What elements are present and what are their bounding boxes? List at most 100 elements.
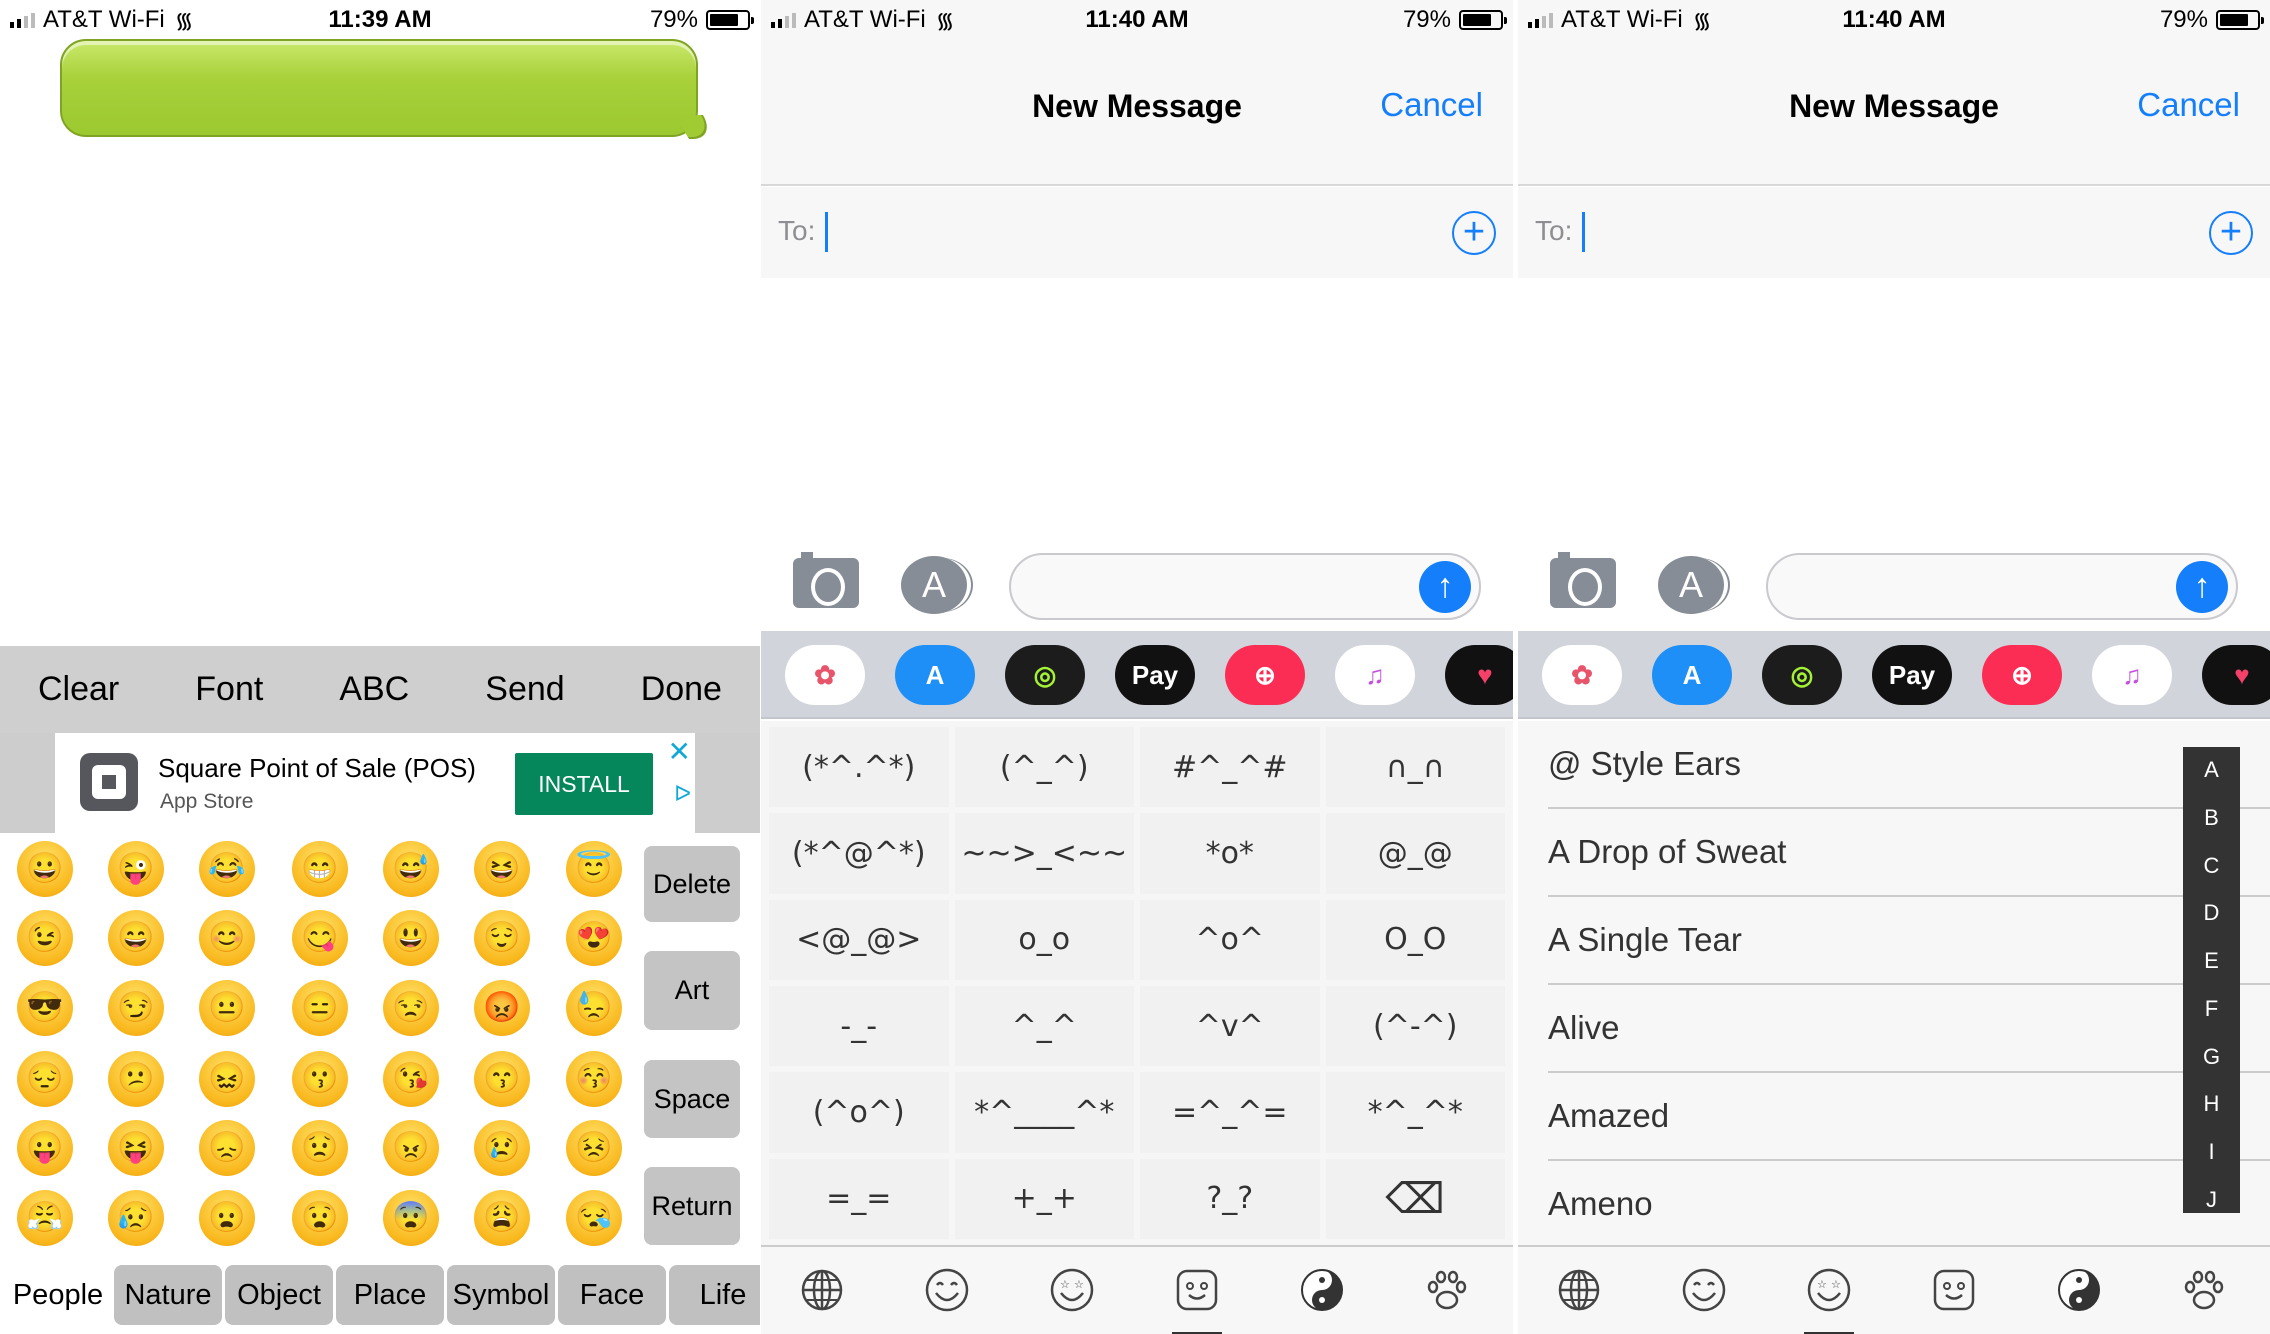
toolbar-font-button[interactable]: Font xyxy=(195,670,263,709)
smile-icon[interactable] xyxy=(1681,1267,1727,1313)
activity-app-icon[interactable]: ◎ xyxy=(1005,645,1085,705)
emoji-key[interactable]: 😩 xyxy=(474,1190,530,1246)
emoji-key[interactable]: 😖 xyxy=(199,1051,255,1107)
message-input[interactable]: ↑ xyxy=(1766,553,2238,620)
apple-pay-app-icon[interactable]: Pay xyxy=(1872,645,1952,705)
camera-icon[interactable] xyxy=(1550,552,1616,608)
alphabet-index[interactable]: ABCDEFGHIJ xyxy=(2183,747,2240,1213)
emoji-key[interactable]: 😏 xyxy=(108,980,164,1036)
index-letter[interactable]: I xyxy=(2208,1139,2214,1165)
kaomoji-key[interactable]: <@_@> xyxy=(769,899,949,980)
kaomoji-key[interactable]: @_@ xyxy=(1325,813,1505,894)
emoji-key[interactable]: 😤 xyxy=(17,1190,73,1246)
index-letter[interactable]: G xyxy=(2203,1044,2220,1070)
activity-app-icon[interactable]: ◎ xyxy=(1762,645,1842,705)
to-field[interactable]: To: + xyxy=(761,187,1513,278)
kaomoji-key[interactable]: (*^.^*) xyxy=(769,727,949,808)
emoji-key[interactable]: 😊 xyxy=(199,910,255,966)
index-letter[interactable]: A xyxy=(2204,757,2219,783)
emoji-key[interactable]: 😗 xyxy=(292,1051,348,1107)
emoji-key[interactable]: 😥 xyxy=(108,1190,164,1246)
emoji-key[interactable]: 😛 xyxy=(17,1120,73,1176)
emoji-key[interactable]: 😉 xyxy=(17,910,73,966)
space-button[interactable]: Space xyxy=(644,1060,740,1138)
app-store-app-icon[interactable]: A xyxy=(895,645,975,705)
art-button[interactable]: Art xyxy=(644,951,740,1030)
emoji-key[interactable]: 😆 xyxy=(474,841,530,897)
music-app-icon[interactable]: ♫ xyxy=(2092,645,2172,705)
emoji-key[interactable]: 😣 xyxy=(566,1120,622,1176)
index-letter[interactable]: C xyxy=(2204,853,2220,879)
close-ad-icon[interactable]: ✕ xyxy=(668,735,691,768)
app-store-app-icon[interactable]: A xyxy=(1652,645,1732,705)
kaomoji-key[interactable]: *^____^* xyxy=(954,1072,1134,1153)
emoji-key[interactable]: 😓 xyxy=(566,980,622,1036)
heart-stickers-app-icon[interactable]: ♥ xyxy=(1445,645,1513,705)
toolbar-send-button[interactable]: Send xyxy=(485,670,564,709)
message-input[interactable]: ↑ xyxy=(1009,553,1481,620)
emoji-key[interactable]: 😋 xyxy=(292,910,348,966)
emoji-key[interactable]: 😕 xyxy=(108,1051,164,1107)
index-letter[interactable]: D xyxy=(2204,900,2220,926)
globe-icon[interactable] xyxy=(799,1267,845,1313)
cancel-button[interactable]: Cancel xyxy=(2137,86,2240,124)
emoji-key[interactable]: 😌 xyxy=(474,910,530,966)
emoji-key[interactable]: 😠 xyxy=(383,1120,439,1176)
kaomoji-key[interactable]: o_o xyxy=(954,899,1134,980)
image-search-app-icon[interactable]: ⊕ xyxy=(1225,645,1305,705)
toolbar-done-button[interactable]: Done xyxy=(641,670,722,709)
add-contact-icon[interactable]: + xyxy=(1452,211,1496,255)
emoji-key[interactable]: 😅 xyxy=(383,841,439,897)
emoji-key[interactable]: 😜 xyxy=(108,841,164,897)
emoji-key[interactable]: 😝 xyxy=(108,1120,164,1176)
square-face-icon[interactable] xyxy=(1931,1267,1977,1313)
add-contact-icon[interactable]: + xyxy=(2209,211,2253,255)
photos-app-icon[interactable]: ✿ xyxy=(785,645,865,705)
index-letter[interactable]: J xyxy=(2206,1187,2217,1213)
to-field[interactable]: To: + xyxy=(1518,187,2270,278)
kaomoji-key[interactable]: #^_^# xyxy=(1140,727,1320,808)
kaomoji-key[interactable]: (^_^) xyxy=(954,727,1134,808)
kaomoji-key[interactable]: ^v^ xyxy=(1140,986,1320,1067)
emoji-key[interactable]: 😡 xyxy=(474,980,530,1036)
delete-button[interactable]: Delete xyxy=(644,846,740,922)
send-icon[interactable]: ↑ xyxy=(1419,561,1471,613)
emoji-key[interactable]: 😁 xyxy=(292,841,348,897)
cancel-button[interactable]: Cancel xyxy=(1380,86,1483,124)
list-item[interactable]: @ Style Ears xyxy=(1548,721,2270,809)
paw-icon[interactable] xyxy=(1424,1267,1470,1313)
emoji-key[interactable]: 😞 xyxy=(199,1120,255,1176)
install-button[interactable]: INSTALL xyxy=(515,753,653,815)
emoji-key[interactable]: 😪 xyxy=(566,1190,622,1246)
kaomoji-key[interactable]: +_+ xyxy=(954,1158,1134,1239)
photos-app-icon[interactable]: ✿ xyxy=(1542,645,1622,705)
emoji-key[interactable]: 😨 xyxy=(383,1190,439,1246)
star-eyes-face-icon[interactable]: ☆ ☆ xyxy=(1049,1267,1095,1313)
index-letter[interactable]: E xyxy=(2204,948,2219,974)
kaomoji-key[interactable]: ^_^ xyxy=(954,986,1134,1067)
index-letter[interactable]: B xyxy=(2204,805,2219,831)
heart-stickers-app-icon[interactable]: ♥ xyxy=(2202,645,2270,705)
index-letter[interactable]: F xyxy=(2205,996,2218,1022)
emoji-key[interactable]: 😇 xyxy=(566,841,622,897)
music-app-icon[interactable]: ♫ xyxy=(1335,645,1415,705)
category-tab-object[interactable]: Object xyxy=(225,1265,333,1325)
camera-icon[interactable] xyxy=(793,552,859,608)
category-tab-symbol[interactable]: Symbol xyxy=(447,1265,555,1325)
emoji-key[interactable]: 😃 xyxy=(383,910,439,966)
kaomoji-key[interactable]: =_= xyxy=(769,1158,949,1239)
yin-yang-icon[interactable] xyxy=(2056,1267,2102,1313)
emoji-key[interactable]: 😦 xyxy=(199,1190,255,1246)
return-button[interactable]: Return xyxy=(644,1167,740,1245)
adchoices-icon[interactable]: ᐅ xyxy=(674,781,691,807)
emoji-key[interactable]: 😘 xyxy=(383,1051,439,1107)
emoji-key[interactable]: 😍 xyxy=(566,910,622,966)
kaomoji-key[interactable]: ^o^ xyxy=(1140,899,1320,980)
kaomoji-key[interactable]: (*^@^*) xyxy=(769,813,949,894)
ad-banner[interactable]: Square Point of Sale (POS) App Store INS… xyxy=(55,733,695,833)
list-item[interactable]: A Drop of Sweat xyxy=(1548,809,2270,897)
apple-pay-app-icon[interactable]: Pay xyxy=(1115,645,1195,705)
index-letter[interactable]: H xyxy=(2204,1091,2220,1117)
kaomoji-key[interactable]: (^o^) xyxy=(769,1072,949,1153)
yin-yang-icon[interactable] xyxy=(1299,1267,1345,1313)
